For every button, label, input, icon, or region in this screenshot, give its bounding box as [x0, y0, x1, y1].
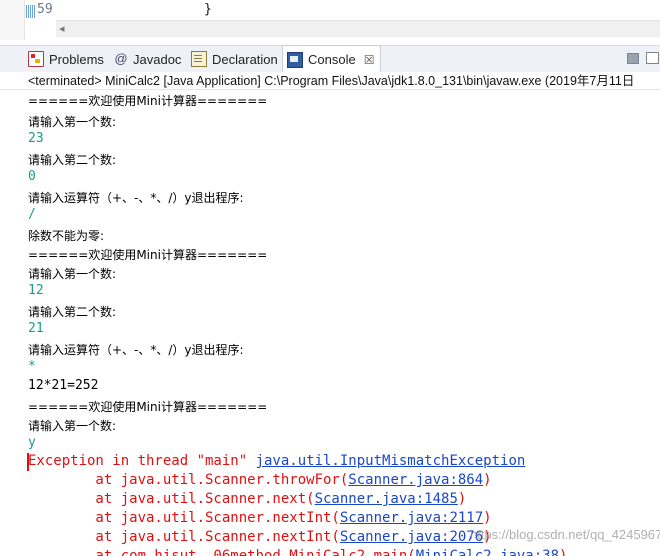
- console-input-line: 21: [28, 321, 44, 336]
- console-line: 请输入运算符（+、-、*、/）y退出程序:: [28, 343, 244, 357]
- tab-javadoc[interactable]: @ Javadoc: [114, 46, 181, 72]
- console-line: ======欢迎使用Mini计算器=======: [28, 400, 268, 414]
- stack-frame-text: at java.util.Scanner.throwFor(: [28, 472, 349, 488]
- console-input-line: /: [28, 207, 36, 222]
- stack-frame-end: ): [457, 491, 467, 507]
- code-line[interactable]: }: [204, 2, 212, 17]
- tab-problems[interactable]: Problems: [28, 46, 104, 72]
- tab-javadoc-label: Javadoc: [133, 51, 182, 67]
- editor-gutter: [0, 0, 25, 40]
- exception-prefix: Exception in thread "main": [28, 453, 256, 469]
- minimize-button[interactable]: [627, 53, 639, 64]
- console-icon: [287, 51, 303, 68]
- stack-frame-end: ): [559, 548, 568, 556]
- tab-declaration[interactable]: Declaration: [191, 46, 278, 72]
- close-icon[interactable]: ☒: [364, 53, 375, 67]
- javadoc-icon: @: [114, 51, 128, 66]
- console-status: <terminated> MiniCalc2 [Java Application…: [0, 72, 660, 90]
- exception-line: Exception in thread "main" java.util.Inp…: [28, 453, 525, 469]
- stack-frame-end: ): [483, 472, 492, 488]
- console-input-line: *: [28, 359, 36, 374]
- console-line: 除数不能为零:: [28, 229, 105, 243]
- console-input-line: 12: [28, 283, 44, 298]
- stack-frame-link[interactable]: Scanner.java:2076: [340, 529, 483, 545]
- stack-frame-end: ): [483, 510, 492, 526]
- console-input-line: 0: [28, 169, 36, 184]
- console-line: 请输入第二个数:: [28, 305, 117, 319]
- stack-frame-text: at com.hisut._06method.MiniCalc2.main(: [28, 548, 416, 556]
- stack-frame: at java.util.Scanner.nextInt(Scanner.jav…: [28, 510, 492, 526]
- line-number: 59: [37, 2, 53, 17]
- declaration-icon: [191, 51, 207, 67]
- console-input-line: y: [28, 435, 36, 450]
- tab-console-label: Console: [308, 52, 356, 67]
- console-line: ======欢迎使用Mini计算器=======: [28, 94, 268, 108]
- exception-class-link[interactable]: java.util.InputMismatchException: [256, 453, 526, 469]
- console-output[interactable]: ======欢迎使用Mini计算器======= 请输入第一个数: 23 请输入…: [28, 92, 660, 556]
- stack-frame: at com.hisut._06method.MiniCalc2.main(Mi…: [28, 548, 567, 556]
- problems-icon: [28, 51, 44, 67]
- stack-frame-text: at java.util.Scanner.nextInt(: [28, 510, 340, 526]
- console-input-line: 23: [28, 131, 44, 146]
- console-line: 请输入第二个数:: [28, 153, 117, 167]
- console-result-line: 12*21=252: [28, 378, 99, 393]
- stack-frame-link[interactable]: MiniCalc2.java:38: [416, 548, 559, 556]
- view-tab-bar: Problems @ Javadoc Declaration Console ☒: [0, 45, 660, 73]
- console-line: ======欢迎使用Mini计算器=======: [28, 248, 268, 262]
- stack-frame: at java.util.Scanner.next(Scanner.java:1…: [28, 491, 466, 507]
- stack-frame: at java.util.Scanner.throwFor(Scanner.ja…: [28, 472, 492, 488]
- maximize-button[interactable]: [646, 52, 659, 64]
- watermark: https://blog.csdn.net/qq_42459672: [470, 527, 660, 542]
- console-line: 请输入第一个数:: [28, 267, 117, 281]
- error-marker: [27, 453, 29, 471]
- tab-problems-label: Problems: [49, 51, 104, 67]
- code-editor[interactable]: 59 } ◂: [0, 0, 660, 40]
- console-line: 请输入第一个数:: [28, 115, 117, 129]
- stack-frame-link[interactable]: Scanner.java:1485: [315, 491, 458, 507]
- console-line: 请输入第一个数:: [28, 419, 117, 433]
- stack-frame-link[interactable]: Scanner.java:864: [348, 472, 483, 488]
- scroll-left-arrow-icon[interactable]: ◂: [59, 22, 65, 35]
- stack-frame-link[interactable]: Scanner.java:2117: [340, 510, 483, 526]
- horizontal-scrollbar[interactable]: ◂: [56, 20, 660, 37]
- console-line: 请输入运算符（+、-、*、/）y退出程序:: [28, 191, 244, 205]
- change-marker-icon: [26, 5, 35, 18]
- stack-frame: at java.util.Scanner.nextInt(Scanner.jav…: [28, 529, 491, 545]
- tab-declaration-label: Declaration: [212, 51, 278, 67]
- stack-frame-text: at java.util.Scanner.nextInt(: [28, 529, 340, 545]
- stack-frame-text: at java.util.Scanner.next(: [28, 491, 315, 507]
- tab-console[interactable]: Console ☒: [282, 45, 382, 73]
